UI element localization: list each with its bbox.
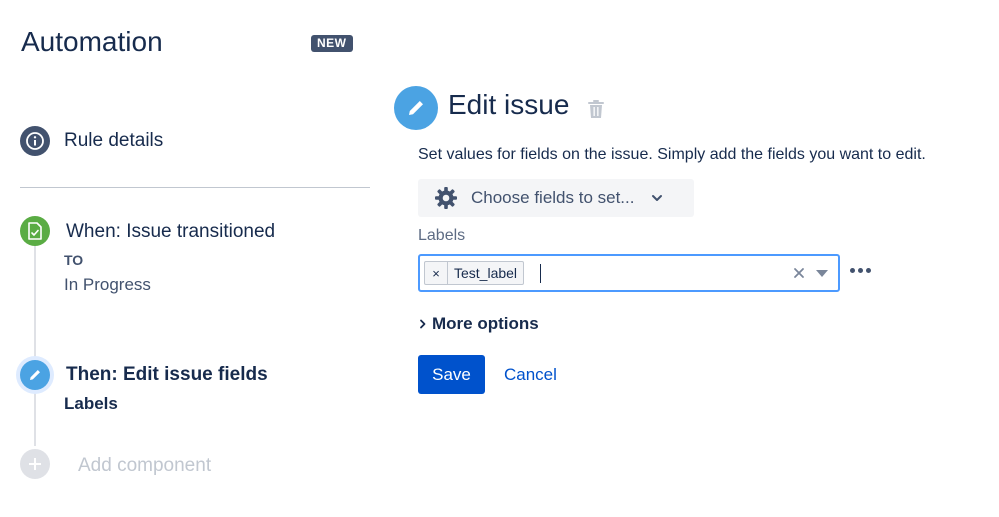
tag-text: Test_label bbox=[454, 265, 518, 281]
pencil-icon[interactable] bbox=[20, 360, 50, 390]
trigger-to-value: In Progress bbox=[64, 275, 151, 294]
labels-field-label: Labels bbox=[418, 227, 466, 244]
sidebar-item-action[interactable]: Then: Edit issue fields bbox=[66, 364, 268, 386]
action-subtitle: Labels bbox=[64, 394, 118, 413]
timeline-connector bbox=[34, 246, 36, 446]
label-tag: × Test_label bbox=[424, 261, 525, 285]
editor-helper-text: Set values for fields on the issue. Simp… bbox=[418, 146, 926, 163]
gear-icon bbox=[434, 186, 458, 210]
labels-select[interactable]: × Test_label bbox=[418, 254, 840, 292]
document-transition-icon[interactable] bbox=[20, 216, 50, 246]
editor-title: Edit issue bbox=[448, 89, 570, 120]
new-badge: NEW bbox=[311, 35, 353, 52]
chevron-down-icon bbox=[650, 191, 664, 205]
trash-icon[interactable] bbox=[587, 99, 605, 119]
trigger-to-label: TO bbox=[64, 252, 84, 268]
chevron-right-icon bbox=[418, 318, 428, 330]
choose-fields-label: Choose fields to set... bbox=[471, 188, 635, 207]
remove-tag-button[interactable]: × bbox=[425, 262, 448, 284]
text-cursor bbox=[540, 264, 541, 283]
save-button[interactable]: Save bbox=[418, 355, 485, 394]
sidebar-item-trigger[interactable]: When: Issue transitioned bbox=[66, 221, 275, 243]
clear-icon[interactable] bbox=[793, 267, 805, 279]
more-options-toggle[interactable]: More options bbox=[418, 314, 539, 334]
add-component-button[interactable]: Add component bbox=[78, 455, 211, 477]
cancel-button[interactable]: Cancel bbox=[497, 355, 564, 394]
info-icon[interactable] bbox=[20, 126, 50, 156]
page-title: Automation bbox=[21, 26, 163, 57]
choose-fields-button[interactable]: Choose fields to set... bbox=[418, 179, 694, 217]
sidebar-item-rule-details[interactable]: Rule details bbox=[64, 130, 163, 152]
more-icon[interactable] bbox=[850, 263, 874, 277]
divider bbox=[20, 187, 370, 188]
plus-icon[interactable] bbox=[20, 449, 50, 479]
more-options-label: More options bbox=[432, 314, 539, 333]
pencil-icon bbox=[394, 86, 438, 130]
dropdown-arrow-icon[interactable] bbox=[816, 270, 828, 277]
